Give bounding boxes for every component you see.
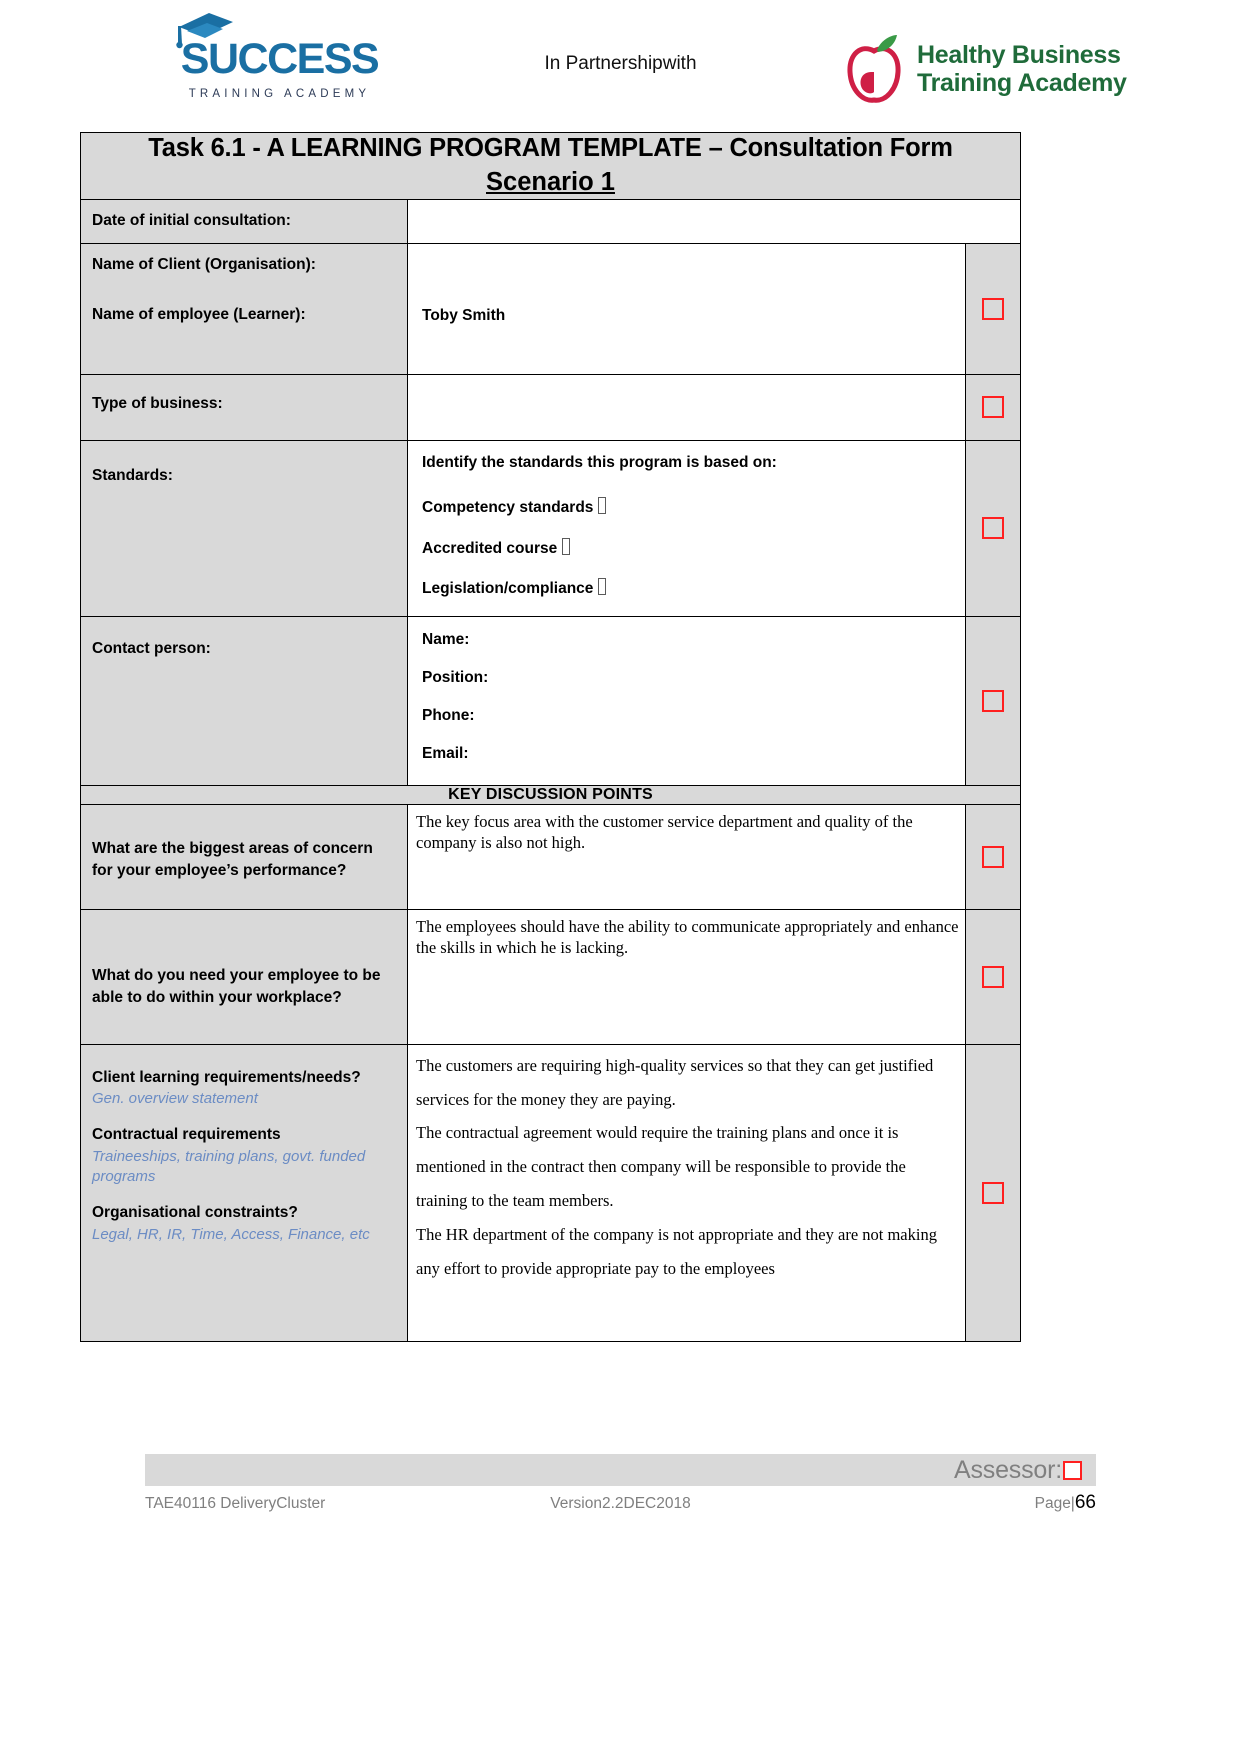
checkbox-glyph-icon[interactable] xyxy=(598,497,607,515)
table-row-client-learner: Name of Client (Organisation): Name of e… xyxy=(80,242,1021,375)
assessor-label: Assessor: xyxy=(954,1455,1062,1484)
label-contact-position: Position: xyxy=(422,668,489,686)
table-row-contact-person: Contact person: Name: Position: Phone: E… xyxy=(80,615,1021,786)
checkbox-glyph-icon[interactable] xyxy=(598,578,607,596)
table-row-question-1: What are the biggest areas of concern fo… xyxy=(80,803,1021,910)
apple-icon xyxy=(847,35,901,103)
healthy-business-training-academy-logo: Healthy Business Training Academy xyxy=(841,32,1171,106)
value-date-of-initial-consultation[interactable] xyxy=(408,200,1020,220)
assessor-checkbox-icon[interactable] xyxy=(1063,1460,1082,1480)
standards-option-accredited-label: Accredited course xyxy=(422,539,558,557)
assessor-checkbox-cell-1[interactable] xyxy=(966,244,1020,374)
label-standards: Standards: xyxy=(92,466,173,484)
label-contact-phone: Phone: xyxy=(422,706,475,724)
hint-organisational-constraints: Legal, HR, IR, Time, Access, Finance, et… xyxy=(92,1225,370,1243)
table-row-date: Date of initial consultation: xyxy=(80,199,1021,244)
table-row-type-of-business: Type of business: xyxy=(80,373,1021,441)
standards-option-legislation[interactable]: Legislation/compliance xyxy=(422,578,955,600)
assessor-checkbox-cell-2[interactable] xyxy=(966,375,1020,440)
assessor-checkbox-cell-5[interactable] xyxy=(966,805,1020,909)
section-heading-key-discussion-points: KEY DISCUSSION POINTS xyxy=(80,784,1021,805)
checkbox-icon[interactable] xyxy=(982,517,1004,540)
footer-page-number: 66 xyxy=(1074,1492,1096,1513)
label-name-of-client: Name of Client (Organisation): xyxy=(92,255,316,273)
consultation-form-table: Task 6.1 - A LEARNING PROGRAM TEMPLATE –… xyxy=(80,131,1021,1342)
footer-page-indicator: Page|66 xyxy=(782,1492,1096,1514)
assessor-checkbox-cell-4[interactable] xyxy=(966,617,1020,785)
table-row-question-2: What do you need your employee to be abl… xyxy=(80,908,1021,1045)
footer-cluster-code: TAE40116 DeliveryCluster xyxy=(145,1495,326,1512)
label-contact-person: Contact person: xyxy=(92,639,211,657)
label-contact-email: Email: xyxy=(422,744,469,762)
hint-client-learning-requirements: Gen. overview statement xyxy=(92,1090,258,1108)
footer-page-label: Page| xyxy=(1034,1495,1075,1512)
standards-option-competency-label: Competency standards xyxy=(422,499,594,517)
success-training-academy-logo: SUCCESS TRAINING ACADEMY xyxy=(70,13,400,100)
checkbox-glyph-icon[interactable] xyxy=(562,537,571,555)
footer-meta-row: TAE40116 DeliveryCluster Version2.2DEC20… xyxy=(145,1492,1096,1514)
answer-question-3-p1: The customers are requiring high-quality… xyxy=(416,1055,934,1109)
success-logo-subtitle: TRAINING ACADEMY xyxy=(188,88,371,100)
document-page: SUCCESS TRAINING ACADEMY In Partnershipw… xyxy=(0,0,1241,1754)
table-row-question-3: Client learning requirements/needs? Gen.… xyxy=(80,1043,1021,1342)
label-type-of-business: Type of business: xyxy=(92,394,223,412)
checkbox-icon[interactable] xyxy=(982,396,1004,419)
form-subtitle-wrap: Scenario 1 xyxy=(81,165,1020,199)
table-row-standards: Standards: Identify the standards this p… xyxy=(80,439,1021,617)
standards-prompt: Identify the standards this program is b… xyxy=(422,453,777,471)
table-row-section-heading: KEY DISCUSSION POINTS xyxy=(80,784,1021,805)
assessor-checkbox-cell-6[interactable] xyxy=(966,910,1020,1044)
assessor-checkbox-cell-7[interactable] xyxy=(966,1045,1020,1341)
hbta-logo-line2: Training Academy xyxy=(917,69,1127,97)
label-organisational-constraints: Organisational constraints? xyxy=(92,1204,298,1222)
form-title: Task 6.1 - A LEARNING PROGRAM TEMPLATE –… xyxy=(148,134,953,162)
value-learner-name[interactable]: Toby Smith xyxy=(408,295,965,373)
assessor-bar: Assessor: xyxy=(145,1454,1096,1486)
assessor-checkbox-cell-3[interactable] xyxy=(966,441,1020,616)
label-contact-name: Name: xyxy=(422,630,470,648)
partnership-text: In Partnershipwith xyxy=(544,53,697,74)
label-name-of-employee: Name of employee (Learner): xyxy=(92,306,306,324)
answer-question-1[interactable]: The key focus area with the customer ser… xyxy=(408,805,965,859)
standards-option-legislation-label: Legislation/compliance xyxy=(422,580,594,598)
answer-question-3-p3: The HR department of the company is not … xyxy=(416,1224,937,1278)
standards-option-accredited[interactable]: Accredited course xyxy=(422,537,955,560)
checkbox-icon[interactable] xyxy=(982,689,1004,712)
answer-question-3[interactable]: The customers are requiring high-quality… xyxy=(408,1045,965,1292)
hint-contractual-requirements: Traineeships, training plans, govt. fund… xyxy=(92,1147,366,1186)
standards-option-competency[interactable]: Competency standards xyxy=(422,497,955,519)
checkbox-icon[interactable] xyxy=(982,845,1004,868)
standards-options-block: Identify the standards this program is b… xyxy=(408,441,965,613)
footer-version: Version2.2DEC2018 xyxy=(550,1495,691,1512)
page-header: SUCCESS TRAINING ACADEMY In Partnershipw… xyxy=(0,0,1241,120)
contact-details-block: Name: Position: Phone: Email: xyxy=(408,617,965,777)
page-footer: Assessor: TAE40116 DeliveryCluster Versi… xyxy=(0,1454,1241,1514)
checkbox-icon[interactable] xyxy=(982,965,1004,988)
answer-question-3-p2: The contractual agreement would require … xyxy=(416,1123,906,1211)
label-contractual-requirements: Contractual requirements xyxy=(92,1126,281,1144)
label-question-2: What do you need your employee to be abl… xyxy=(92,966,381,1007)
form-subtitle: Scenario 1 xyxy=(486,167,615,196)
checkbox-icon[interactable] xyxy=(982,297,1004,320)
label-client-learning-requirements: Client learning requirements/needs? xyxy=(92,1068,361,1086)
table-row-title: Task 6.1 - A LEARNING PROGRAM TEMPLATE –… xyxy=(80,131,1021,201)
label-date-of-initial-consultation: Date of initial consultation: xyxy=(92,212,291,230)
checkbox-icon[interactable] xyxy=(982,1181,1004,1204)
label-question-1: What are the biggest areas of concern fo… xyxy=(92,839,373,880)
hbta-logo-text: Healthy Business Training Academy xyxy=(917,41,1127,97)
label-question-3-block: Client learning requirements/needs? Gen.… xyxy=(81,1045,407,1255)
value-type-of-business[interactable] xyxy=(408,375,965,395)
answer-question-2[interactable]: The employees should have the ability to… xyxy=(408,910,965,964)
graduation-cap-icon xyxy=(176,13,233,49)
hbta-logo-line1: Healthy Business xyxy=(917,41,1121,69)
